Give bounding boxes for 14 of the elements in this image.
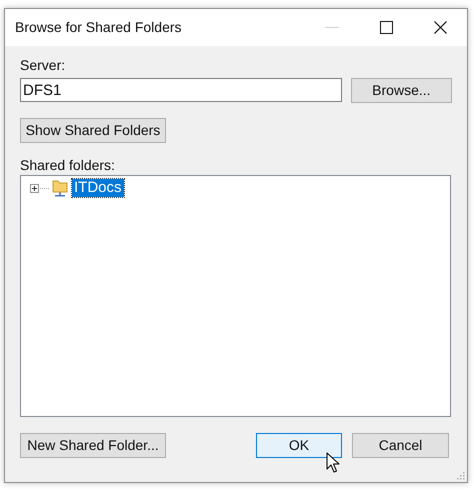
server-label: Server: xyxy=(20,57,66,73)
resize-grip-icon[interactable] xyxy=(456,471,465,480)
window-title: Browse for Shared Folders xyxy=(15,18,183,37)
mouse-pointer-icon xyxy=(326,452,340,474)
expand-icon[interactable] xyxy=(30,184,50,192)
shared-folder-icon xyxy=(51,179,69,197)
show-shared-folders-button[interactable]: Show Shared Folders xyxy=(20,118,166,143)
dialog-button[interactable]: Cancel xyxy=(352,433,449,458)
browse-button[interactable]: Browse... xyxy=(350,78,452,103)
shared-folders-label: Shared folders: xyxy=(20,157,116,173)
dialog-button[interactable]: New Shared Folder... xyxy=(20,433,166,458)
server-field[interactable]: DFS1 xyxy=(20,78,342,102)
dialog-button[interactable]: OK xyxy=(256,433,342,458)
tree-item[interactable]: ITDocs xyxy=(72,179,124,197)
